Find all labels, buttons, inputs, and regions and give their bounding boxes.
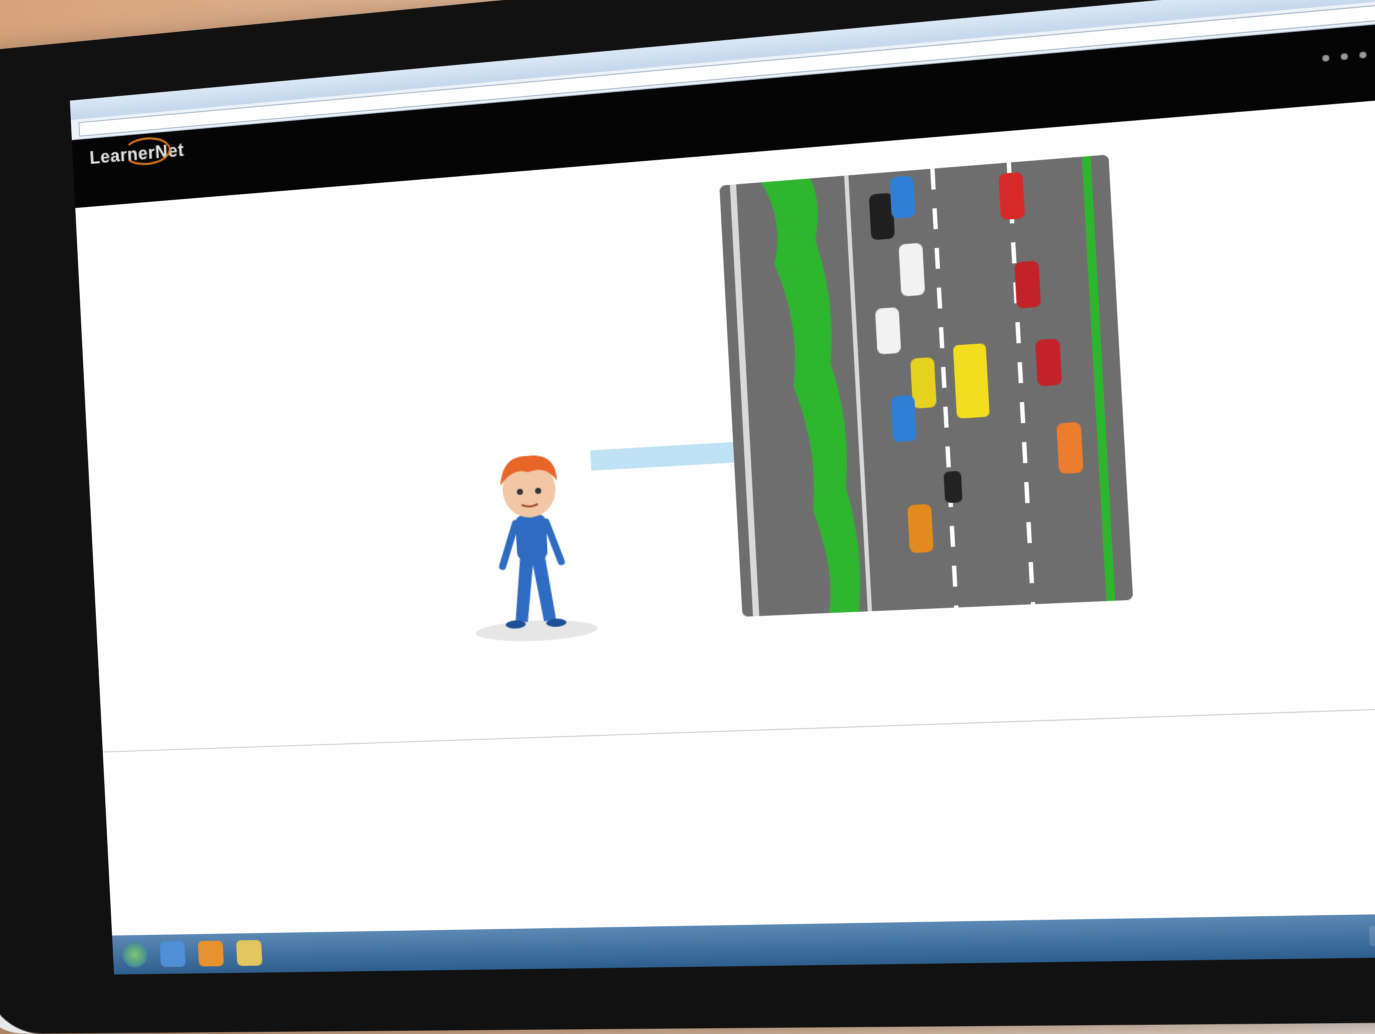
cartoon-boy-illustration bbox=[475, 454, 599, 644]
folder-icon[interactable] bbox=[236, 939, 263, 966]
site-logo[interactable]: LearnerNet bbox=[89, 135, 186, 197]
internet-explorer-icon[interactable] bbox=[159, 941, 186, 968]
firefox-icon[interactable] bbox=[197, 940, 224, 967]
windows-taskbar bbox=[112, 912, 1375, 975]
header-link[interactable] bbox=[1321, 33, 1375, 40]
logo-ring-icon bbox=[122, 135, 172, 167]
logo-subtitle bbox=[91, 170, 186, 178]
pager-dot[interactable] bbox=[1359, 51, 1367, 59]
pager-dot[interactable] bbox=[1340, 53, 1349, 61]
monitor: LearnerNet bbox=[0, 0, 1375, 1034]
slide-pager bbox=[1322, 48, 1375, 62]
logo-text: LearnerNet bbox=[89, 135, 185, 169]
traffic-road-illustration bbox=[719, 154, 1134, 617]
header-right bbox=[1321, 33, 1375, 94]
windows-start-icon[interactable] bbox=[121, 941, 148, 968]
lesson-paragraph bbox=[402, 245, 697, 267]
pager-dot[interactable] bbox=[1322, 54, 1330, 62]
lesson-text bbox=[401, 229, 696, 267]
system-tray[interactable] bbox=[1368, 924, 1375, 946]
lesson-paragraph bbox=[401, 229, 696, 252]
lesson-content bbox=[75, 96, 1375, 753]
screen: LearnerNet bbox=[69, 0, 1375, 975]
